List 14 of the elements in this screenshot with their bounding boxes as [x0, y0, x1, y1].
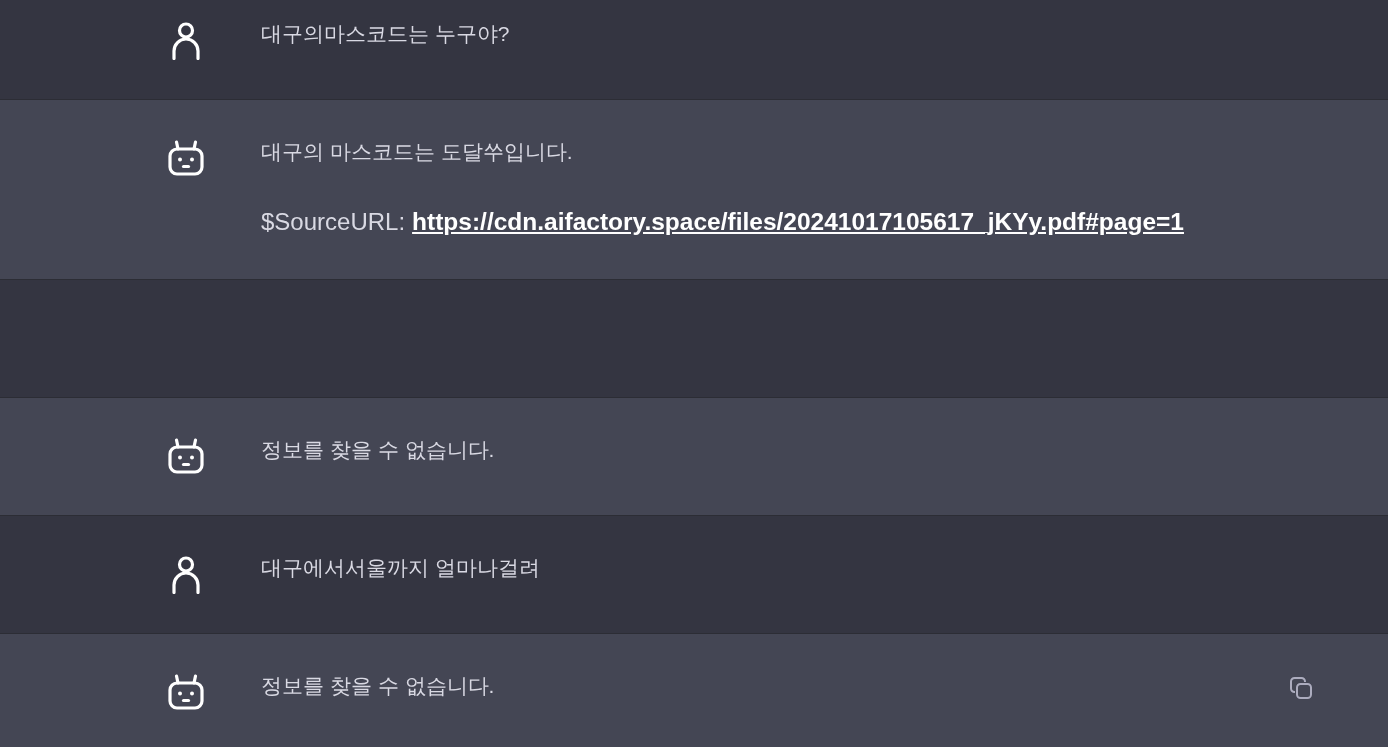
copy-button[interactable] [1290, 677, 1312, 699]
source-link[interactable]: https://cdn.aifactory.space/files/20241017105617_jKYy.pdf#page=1 [412, 206, 1184, 238]
robot-icon [168, 674, 204, 710]
message-text: 대구에서서울까지 얼마나걸려 [261, 555, 541, 581]
person-icon [172, 556, 200, 594]
message-text: 대구의 마스코드는 도달쑤입니다. [261, 139, 574, 165]
robot-icon [168, 140, 204, 176]
message-text: 정보를 찾을 수 없습니다. [261, 437, 496, 463]
robot-icon [168, 438, 204, 474]
message-text: 정보를 찾을 수 없습니다. [261, 673, 496, 699]
copy-icon [1290, 677, 1312, 699]
person-icon [172, 22, 200, 60]
message-text: 대구의마스코드는 누구야? [261, 21, 511, 47]
source-label: $SourceURL: [261, 207, 406, 237]
